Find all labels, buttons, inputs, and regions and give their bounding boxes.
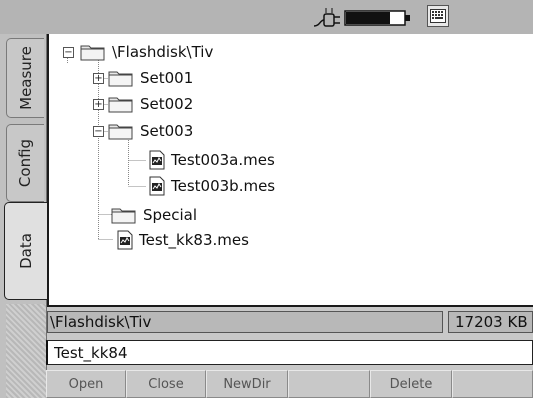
- battery-icon: [344, 10, 410, 26]
- keyboard-icon[interactable]: [427, 5, 449, 27]
- folder-icon: [80, 45, 105, 61]
- empty-button-slot: [452, 370, 533, 398]
- tree-item-file[interactable]: Test_kk83.mes: [115, 228, 249, 252]
- tree-item-label: Set002: [140, 95, 194, 113]
- delete-button[interactable]: Delete: [370, 370, 452, 398]
- tab-strip-background: [6, 304, 46, 398]
- file-tree[interactable]: − \Flashdisk\Tiv + Set001 + Set002 − Set…: [47, 34, 533, 307]
- tree-item-folder[interactable]: Special: [111, 203, 197, 227]
- tab-measure-label: Measure: [16, 46, 35, 110]
- tree-item-label: Special: [143, 206, 198, 224]
- tree-item-folder[interactable]: − Set003: [93, 119, 193, 143]
- tree-item-root[interactable]: − \Flashdisk\Tiv: [63, 40, 213, 64]
- measurement-file-icon: [149, 176, 165, 196]
- open-button[interactable]: Open: [46, 370, 126, 398]
- measurement-file-icon: [149, 150, 165, 170]
- free-space-readout: 17203 KB: [448, 311, 533, 333]
- tab-config[interactable]: Config: [6, 124, 44, 202]
- tab-strip: Measure Config Data: [0, 34, 47, 398]
- expand-toggle[interactable]: +: [93, 72, 104, 84]
- tree-item-file[interactable]: Test003a.mes: [147, 148, 275, 172]
- tab-config-label: Config: [16, 138, 35, 188]
- folder-icon: [108, 97, 133, 113]
- filename-input[interactable]: [46, 340, 533, 365]
- collapse-toggle[interactable]: −: [63, 46, 74, 58]
- folder-icon: [108, 124, 133, 140]
- tab-data-label: Data: [16, 233, 35, 269]
- tree-item-label: Set003: [140, 122, 194, 140]
- tab-data[interactable]: Data: [4, 202, 47, 300]
- folder-icon: [111, 208, 136, 224]
- collapse-toggle[interactable]: −: [93, 125, 104, 137]
- tree-item-label: Set001: [140, 69, 194, 87]
- action-button-bar: Open Close NewDir Delete: [46, 368, 533, 398]
- measurement-file-icon: [117, 230, 133, 250]
- tree-item-label: Test003a.mes: [171, 151, 275, 169]
- empty-button-slot: [288, 370, 370, 398]
- tab-measure[interactable]: Measure: [6, 38, 44, 118]
- tree-item-label: Test003b.mes: [171, 177, 276, 195]
- current-path: \Flashdisk\Tiv: [47, 311, 443, 333]
- tree-item-label: \Flashdisk\Tiv: [112, 43, 214, 61]
- new-dir-button[interactable]: NewDir: [206, 370, 288, 398]
- tree-item-label: Test_kk83.mes: [139, 231, 249, 249]
- path-bar: \Flashdisk\Tiv 17203 KB: [46, 310, 533, 336]
- status-bar: [0, 0, 533, 35]
- tree-item-file[interactable]: Test003b.mes: [147, 174, 275, 198]
- tree-item-folder[interactable]: + Set002: [93, 92, 193, 116]
- plug-icon: [313, 8, 340, 27]
- expand-toggle[interactable]: +: [93, 98, 104, 110]
- folder-icon: [108, 71, 133, 87]
- tree-item-folder[interactable]: + Set001: [93, 66, 193, 90]
- close-button[interactable]: Close: [126, 370, 206, 398]
